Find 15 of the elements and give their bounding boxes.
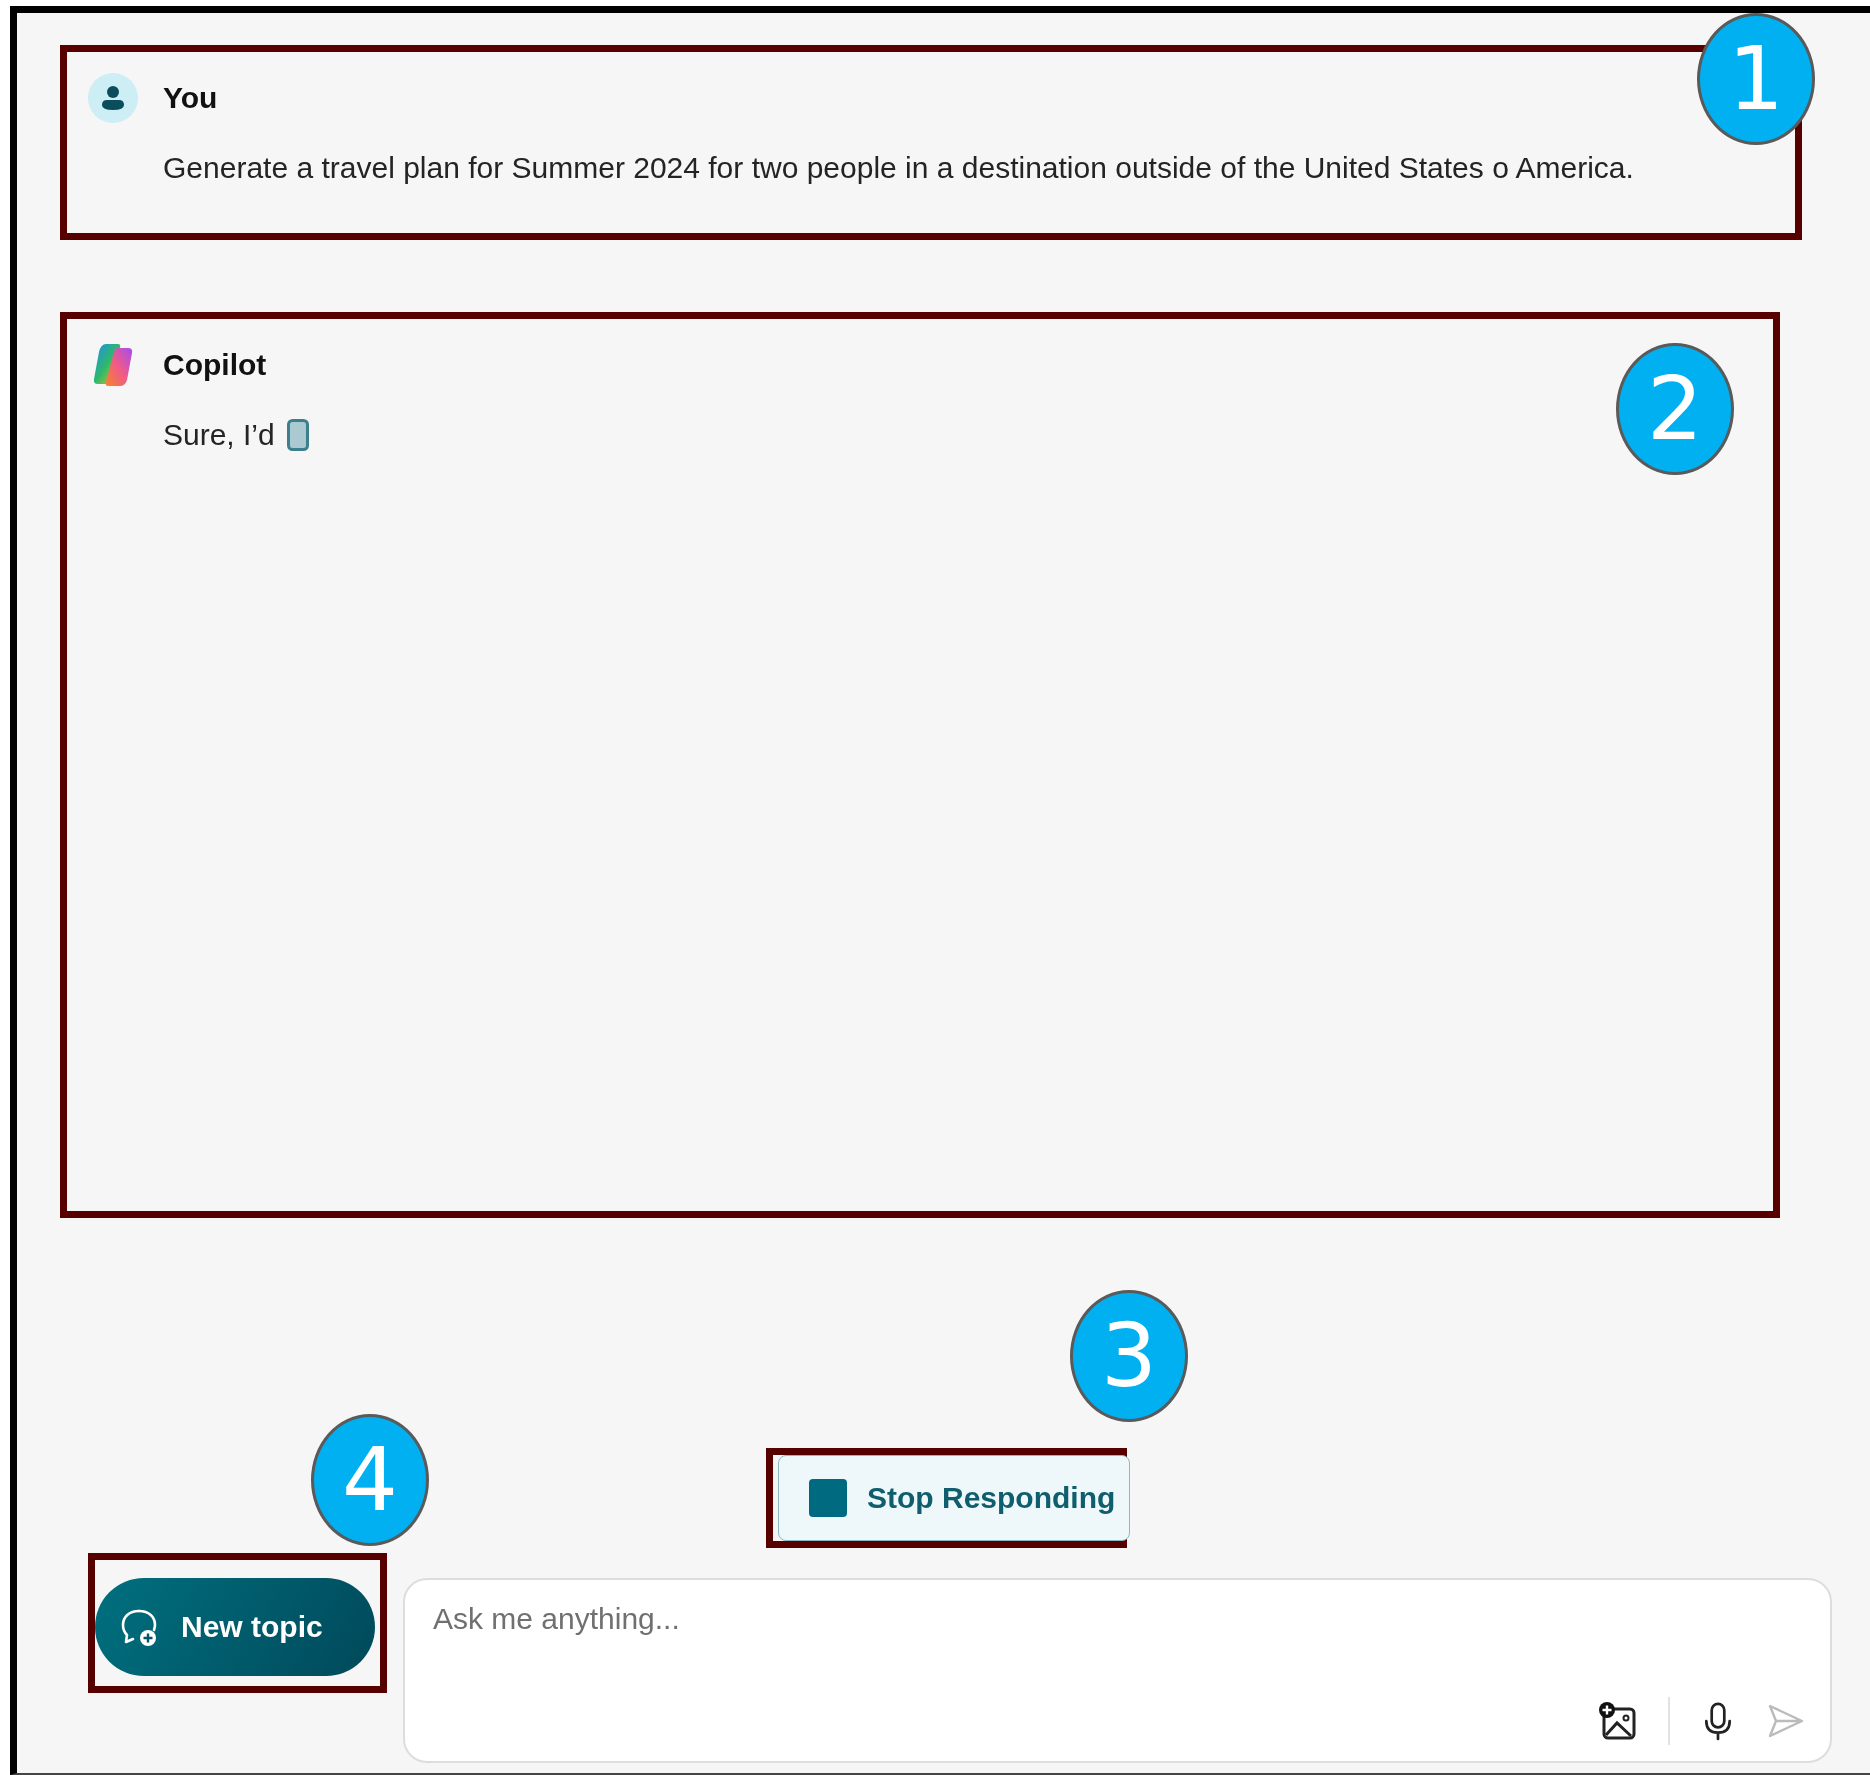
user-avatar-icon bbox=[88, 73, 138, 123]
chat-add-icon bbox=[119, 1607, 159, 1647]
step-badge: 4 bbox=[311, 1414, 429, 1546]
step-badge: 2 bbox=[1616, 343, 1734, 475]
step-badge: 3 bbox=[1070, 1290, 1188, 1422]
author-name: Copilot bbox=[163, 348, 267, 382]
author-name: You bbox=[163, 81, 218, 115]
message-text: Sure, I’d bbox=[163, 418, 275, 452]
message-text: Generate a travel plan for Summer 2024 for two people in a destination outside of the United States o America. bbox=[163, 151, 1634, 185]
stop-icon bbox=[809, 1479, 847, 1517]
step-badge: 1 bbox=[1697, 13, 1815, 145]
message-input-field[interactable]: Ask me anything... bbox=[433, 1602, 1806, 1636]
add-image-icon[interactable] bbox=[1598, 1701, 1638, 1741]
new-topic-button[interactable]: New topic bbox=[95, 1578, 375, 1676]
stop-responding-button[interactable]: Stop Responding bbox=[778, 1455, 1131, 1541]
